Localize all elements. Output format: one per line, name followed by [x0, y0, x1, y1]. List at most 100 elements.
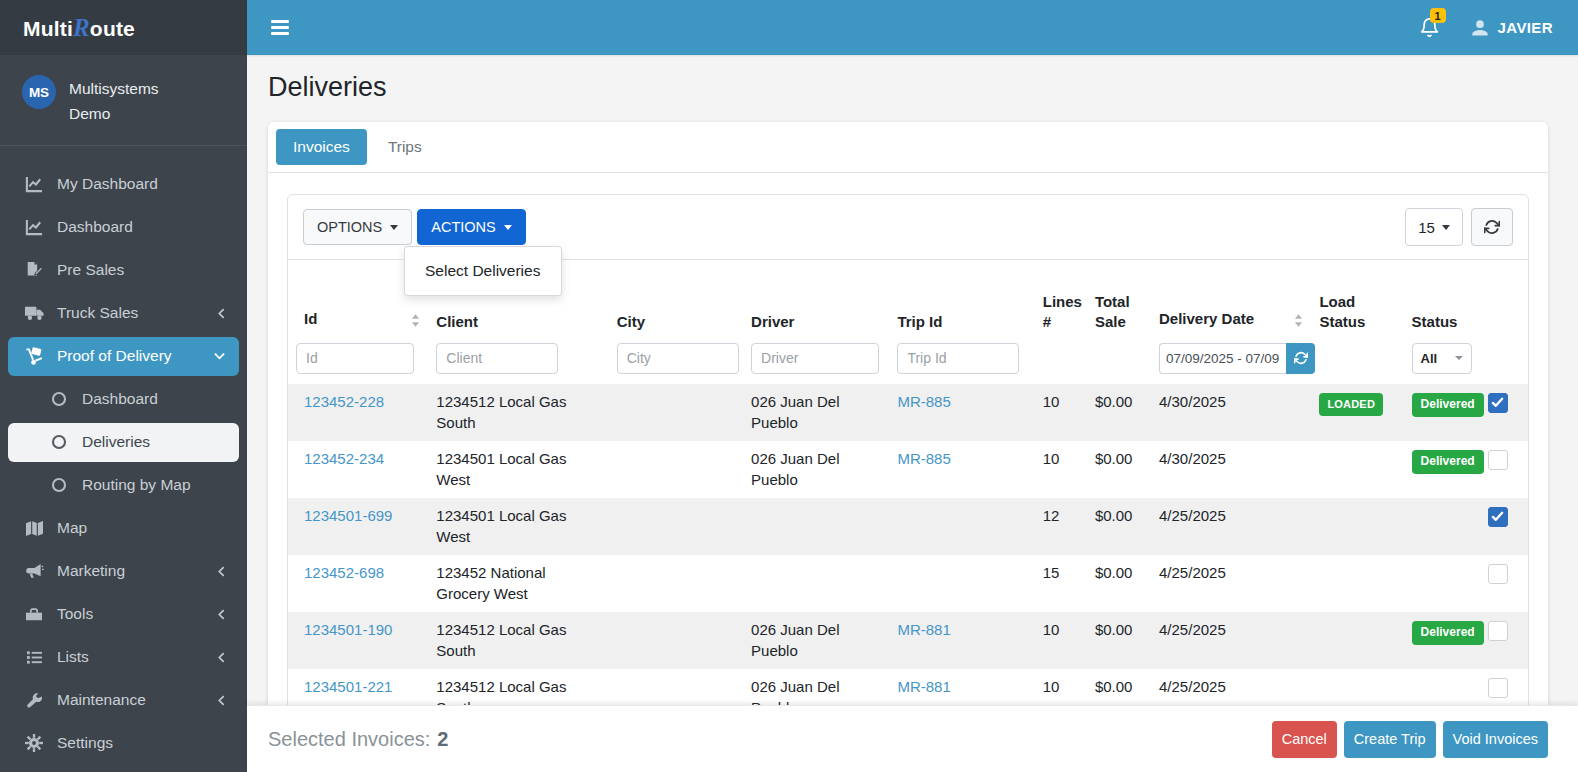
table-row: 123452-2281234512 Local Gas South026 Jua… — [288, 384, 1528, 441]
refresh-button[interactable] — [1471, 208, 1513, 246]
sidebar-item-settings[interactable]: Settings — [8, 724, 239, 763]
sidebar-item-truck-sales[interactable]: Truck Sales — [8, 294, 239, 333]
cell-client: 1234501 Local Gas West — [428, 498, 608, 555]
row-checkbox[interactable] — [1488, 678, 1508, 698]
col-total-sale[interactable]: Total Sale — [1087, 260, 1151, 343]
cell-trip-id: MR-885 — [889, 441, 1034, 498]
invoice-id-link[interactable]: 123452-228 — [304, 393, 384, 410]
wrench-icon — [23, 692, 45, 709]
sidebar-item-label: Maintenance — [57, 691, 146, 709]
col-status[interactable]: Status — [1404, 260, 1480, 343]
page-title: Deliveries — [268, 72, 1548, 103]
sidebar-nav: My Dashboard Dashboard Pre Sales Truck Sale… — [0, 163, 247, 765]
cell-delivery-date: 4/25/2025 — [1151, 612, 1311, 669]
trip-id-link[interactable]: MR-881 — [897, 678, 950, 695]
user-name: Multisystems Demo — [69, 75, 189, 127]
invoice-id-link[interactable]: 123452-698 — [304, 564, 384, 581]
cancel-button[interactable]: Cancel — [1272, 721, 1337, 758]
table-row: 1234501-6991234501 Local Gas West12$0.00… — [288, 498, 1528, 555]
cell-client: 1234501 Local Gas West — [428, 441, 608, 498]
row-checkbox[interactable] — [1488, 393, 1508, 413]
toolbox-icon — [23, 606, 45, 622]
cell-id: 123452-234 — [288, 441, 428, 498]
invoice-id-link[interactable]: 123452-234 — [304, 450, 384, 467]
sidebar-item-label: Marketing — [57, 562, 125, 580]
trip-id-link[interactable]: MR-881 — [897, 621, 950, 638]
row-checkbox[interactable] — [1488, 507, 1508, 527]
col-city[interactable]: City — [609, 260, 743, 343]
sidebar-item-routing-by-map[interactable]: Routing by Map — [8, 466, 239, 505]
actions-button[interactable]: ACTIONS — [417, 209, 525, 245]
cell-trip-id: MR-885 — [889, 384, 1034, 441]
col-trip-id[interactable]: Trip Id — [889, 260, 1034, 343]
void-invoices-button[interactable]: Void Invoices — [1443, 721, 1548, 758]
cell-load-status: LOADED — [1311, 384, 1403, 441]
cell-load-status — [1311, 555, 1403, 612]
sidebar-item-tools[interactable]: Tools — [8, 595, 239, 634]
tab-trips[interactable]: Trips — [371, 129, 439, 165]
sidebar-item-dashboard[interactable]: Dashboard — [8, 208, 239, 247]
delivery-date-range-input[interactable] — [1159, 343, 1286, 374]
filter-driver-input[interactable] — [751, 343, 879, 374]
col-delivery-date[interactable]: Delivery Date — [1151, 260, 1311, 343]
sidebar-item-label: Deliveries — [82, 433, 150, 451]
filter-id-input[interactable] — [296, 343, 414, 374]
user-menu[interactable]: JAVIER — [1470, 18, 1553, 38]
selection-footer: Selected Invoices: 2 Cancel Create Trip … — [247, 705, 1578, 772]
filter-trip-input[interactable] — [897, 343, 1019, 374]
sidebar-item-label: Map — [57, 519, 87, 537]
invoice-id-link[interactable]: 1234501-190 — [304, 621, 392, 638]
filter-client-input[interactable] — [436, 343, 558, 374]
selected-invoices-label: Selected Invoices: — [268, 728, 430, 751]
cell-city — [609, 384, 743, 441]
chart-line-icon — [23, 175, 45, 194]
page-size-select[interactable]: 15 — [1405, 208, 1463, 246]
status-filter-select[interactable]: All — [1412, 343, 1472, 374]
chevron-left-icon — [218, 609, 225, 620]
sidebar-item-maintenance[interactable]: Maintenance — [8, 681, 239, 720]
file-signature-icon — [23, 261, 45, 279]
sidebar-item-label: Lists — [57, 648, 89, 666]
row-checkbox[interactable] — [1488, 450, 1508, 470]
sidebar-item-pre-sales[interactable]: Pre Sales — [8, 251, 239, 290]
cell-select — [1480, 612, 1528, 669]
col-driver[interactable]: Driver — [743, 260, 889, 343]
sidebar-item-map[interactable]: Map — [8, 509, 239, 548]
sidebar-item-label: Routing by Map — [82, 476, 191, 494]
sidebar: MultiRoute MS Multisystems Demo My Dashb… — [0, 0, 247, 772]
sidebar-item-dashboard[interactable]: Dashboard — [8, 380, 239, 419]
col-load-status[interactable]: Load Status — [1311, 260, 1403, 343]
cell-status — [1404, 555, 1480, 612]
row-checkbox[interactable] — [1488, 621, 1508, 641]
trip-id-link[interactable]: MR-885 — [897, 393, 950, 410]
trip-id-link[interactable]: MR-885 — [897, 450, 950, 467]
options-button[interactable]: OPTIONS — [303, 209, 412, 245]
cell-id: 123452-228 — [288, 384, 428, 441]
sidebar-item-lists[interactable]: Lists — [8, 638, 239, 677]
invoice-id-link[interactable]: 1234501-221 — [304, 678, 392, 695]
create-trip-button[interactable]: Create Trip — [1344, 721, 1436, 758]
cell-trip-id — [889, 555, 1034, 612]
sidebar-item-my-dashboard[interactable]: My Dashboard — [8, 165, 239, 204]
filter-city-input[interactable] — [617, 343, 739, 374]
sidebar-item-deliveries[interactable]: Deliveries — [8, 423, 239, 462]
date-refresh-button[interactable] — [1286, 343, 1315, 374]
row-checkbox[interactable] — [1488, 564, 1508, 584]
invoice-id-link[interactable]: 1234501-699 — [304, 507, 392, 524]
caret-down-icon — [1455, 356, 1463, 360]
cell-city — [609, 555, 743, 612]
sidebar-item-proof-of-delivery[interactable]: Proof of Delivery — [8, 337, 239, 376]
deliveries-table: Id Client City Driver Trip Id Lines # To… — [288, 260, 1528, 726]
tab-invoices[interactable]: Invoices — [276, 129, 367, 165]
sidebar-toggle-icon[interactable] — [271, 20, 289, 34]
tab-bar: Invoices Trips — [268, 122, 1548, 173]
user-panel[interactable]: MS Multisystems Demo — [0, 55, 247, 145]
col-lines[interactable]: Lines # — [1035, 260, 1087, 343]
sidebar-item-marketing[interactable]: Marketing — [8, 552, 239, 591]
notifications-button[interactable]: 1 — [1419, 17, 1440, 38]
card-body: OPTIONS ACTIONS 15 Select Deliveries — [268, 173, 1548, 748]
menu-item-select-deliveries[interactable]: Select Deliveries — [405, 255, 561, 287]
cell-client: 1234512 Local Gas South — [428, 612, 608, 669]
cell-status: Delivered — [1404, 441, 1480, 498]
brand-logo[interactable]: MultiRoute — [0, 0, 247, 55]
